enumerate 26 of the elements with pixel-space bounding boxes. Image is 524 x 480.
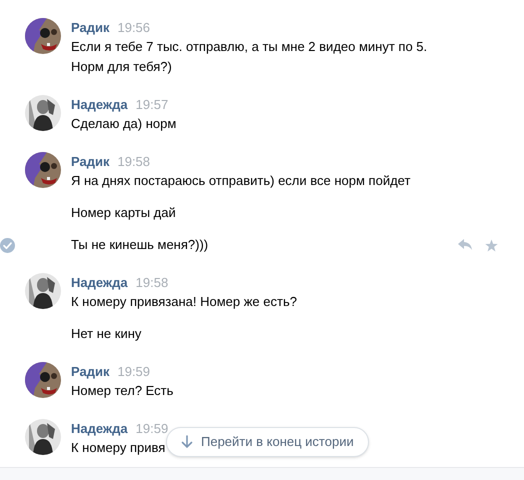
message-time: 19:56 [117, 18, 150, 36]
message-text: Если я тебе 7 тыс. отправлю, а ты мне 2 видео минут по 5. Норм для тебя?) [71, 38, 428, 76]
sender-name[interactable]: Надежда [71, 96, 128, 114]
message-text: Сделаю да) норм [71, 115, 176, 133]
message-text: Номер тел? Есть [71, 382, 174, 400]
check-icon[interactable] [0, 238, 15, 252]
star-icon[interactable] [485, 238, 498, 252]
message-time: 19:57 [136, 96, 168, 114]
message-time: 19:58 [136, 274, 168, 292]
sender-name[interactable]: Надежда [71, 274, 128, 292]
message-time: 19:59 [136, 420, 168, 438]
message-text: К номеру привя [71, 439, 166, 457]
message-text: Я на днях постараюсь отправить) если все норм пойдет [71, 172, 410, 190]
arrow-down-icon [181, 435, 193, 449]
scroll-to-end-button[interactable]: Перейти в конец истории [166, 427, 369, 457]
sender-name[interactable]: Надежда [71, 420, 128, 438]
message-time: 19:58 [117, 152, 150, 170]
reply-icon[interactable] [458, 239, 473, 251]
sender-name[interactable]: Радик [71, 18, 110, 36]
message-text: Нет не кину [71, 325, 142, 343]
sender-name[interactable]: Радик [71, 152, 110, 170]
message-text: Ты не кинешь меня?))) [71, 236, 208, 254]
message-time: 19:59 [117, 362, 150, 380]
message-text: К номеру привязана! Номер же есть? [71, 293, 297, 311]
message-text: Номер карты дай [71, 204, 176, 222]
sender-name[interactable]: Радик [71, 362, 110, 380]
